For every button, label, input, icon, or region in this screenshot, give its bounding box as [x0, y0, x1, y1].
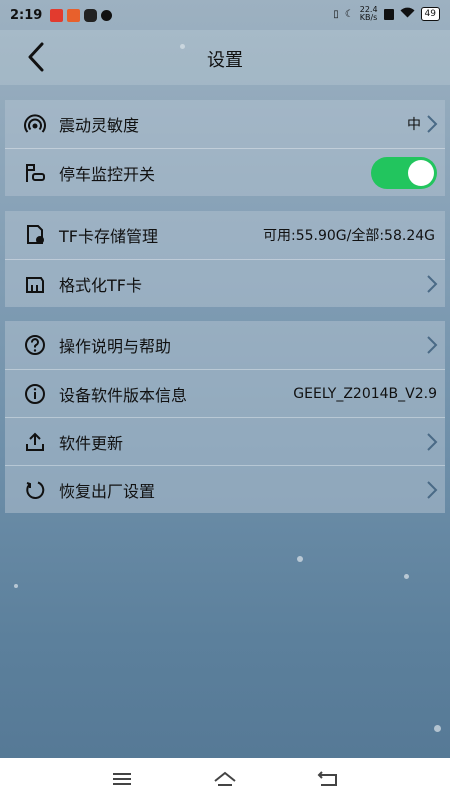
snowflake-decoration: [404, 574, 409, 579]
reset-icon: [23, 478, 47, 502]
chevron-right-icon: [427, 433, 438, 451]
settings-group-storage: TF卡存储管理 可用:55.90G/全部:58.24G 格式化TF卡: [5, 211, 445, 307]
parking-monitor-toggle[interactable]: [371, 157, 437, 189]
settings-group-detection: 震动灵敏度 中 停车监控开关: [5, 100, 445, 196]
factory-reset-row[interactable]: 恢复出厂设置: [5, 465, 445, 513]
help-label: 操作说明与帮助: [59, 337, 172, 356]
sd-card-storage-icon: [23, 223, 47, 247]
header: 设置: [0, 30, 450, 85]
format-tf-row[interactable]: 格式化TF卡: [5, 259, 445, 307]
parking-monitor-label: 停车监控开关: [59, 164, 156, 184]
chevron-right-icon: [427, 275, 438, 293]
system-nav-bar: [0, 758, 450, 800]
info-icon: [23, 382, 47, 406]
app-notification-icon: [67, 8, 81, 22]
vibration-sensitivity-row[interactable]: 震动灵敏度 中: [5, 100, 445, 148]
back-nav-icon: [317, 771, 338, 786]
toggle-knob: [408, 160, 434, 186]
snowflake-decoration: [434, 725, 441, 732]
menu-nav-button[interactable]: [108, 767, 136, 791]
vibrate-icon: ▯: [333, 8, 339, 20]
tf-storage-row[interactable]: TF卡存储管理 可用:55.90G/全部:58.24G: [5, 211, 445, 259]
home-icon: [214, 771, 236, 786]
parking-monitor-icon: [23, 161, 47, 185]
home-nav-button[interactable]: [211, 767, 239, 791]
moon-icon: ☾: [344, 8, 354, 20]
software-update-label: 软件更新: [59, 433, 124, 453]
status-time: 2:19: [10, 7, 43, 23]
tf-storage-value: 可用:55.90G/全部:58.24G: [262, 228, 435, 244]
software-update-row[interactable]: 软件更新: [5, 417, 445, 465]
video-app-icon: [84, 8, 98, 22]
vibration-sensitivity-label: 震动灵敏度: [59, 116, 140, 135]
snowflake-decoration: [297, 556, 303, 562]
upload-icon: [23, 430, 47, 454]
version-info-label: 设备软件版本信息: [59, 385, 188, 405]
network-speed-unit: KB/s: [359, 13, 378, 22]
wifi-icon: [400, 7, 415, 21]
version-info-value: GEELY_Z2014B_V2.9: [293, 385, 437, 402]
page-title: 设置: [207, 50, 243, 71]
status-right: ▯ ☾ 22.4 KB/s 49: [333, 6, 440, 22]
status-bar: 2:19 ▯ ☾ 22.4 KB/s 49: [0, 0, 450, 30]
battery-icon: 49: [420, 7, 440, 21]
chevron-right-icon: [427, 481, 438, 499]
tf-storage-label: TF卡存储管理: [59, 227, 158, 246]
tiktok-icon: [101, 9, 113, 21]
chevron-right-icon: [427, 115, 438, 133]
vibration-sensitivity-value: 中: [407, 117, 421, 133]
parking-monitor-row: 停车监控开关: [5, 148, 445, 196]
format-tf-label: 格式化TF卡: [59, 275, 142, 295]
menu-icon: [112, 773, 131, 785]
version-info-row[interactable]: 设备软件版本信息 GEELY_Z2014B_V2.9: [5, 369, 445, 417]
sim-icon: [383, 8, 394, 20]
app-notification-icon: [50, 8, 64, 22]
factory-reset-label: 恢复出厂设置: [59, 481, 156, 501]
help-icon: [23, 333, 47, 357]
snowflake-decoration: [14, 584, 18, 588]
sd-card-icon: [23, 272, 47, 296]
network-speed: 22.4 KB/s: [360, 6, 378, 22]
vibration-icon: [23, 112, 47, 136]
back-nav-button[interactable]: [314, 767, 342, 791]
help-row[interactable]: 操作说明与帮助: [5, 321, 445, 369]
settings-group-system: 操作说明与帮助 设备软件版本信息 GEELY_Z2014B_V2.9 软件更新: [5, 321, 445, 513]
chevron-right-icon: [427, 336, 438, 354]
